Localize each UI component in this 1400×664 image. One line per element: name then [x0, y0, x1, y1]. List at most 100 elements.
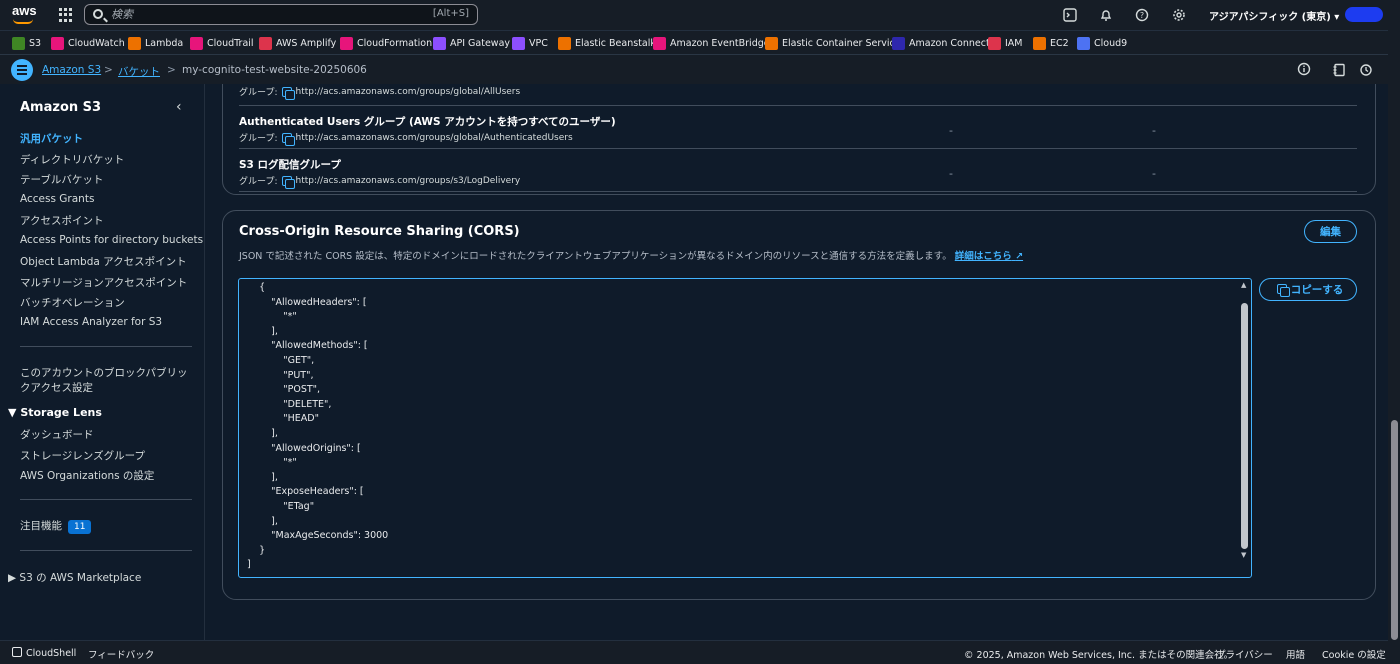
acl-permission: - [1152, 167, 1156, 180]
favorite-service[interactable]: CloudFormation [340, 36, 432, 50]
learn-more-link[interactable]: 詳細はこちら ↗ [955, 251, 1023, 262]
sidebar-item[interactable]: マルチリージョンアクセスポイント [20, 275, 187, 290]
favorite-service[interactable]: CloudWatch [51, 36, 125, 50]
cookie-settings-link[interactable]: Cookie の設定 [1322, 647, 1386, 661]
service-icon [558, 36, 571, 50]
edit-button[interactable]: 編集 [1304, 220, 1357, 243]
scroll-down-icon[interactable]: ▼ [1241, 551, 1246, 559]
chevron-left-icon[interactable]: ‹ [176, 99, 182, 115]
sidebar-item-label: S3 の AWS Marketplace [19, 572, 142, 584]
cloudshell-icon[interactable] [1063, 8, 1077, 22]
sidebar-item-label: 注目機能 [20, 520, 62, 532]
learn-more-label: 詳細はこちら [954, 251, 1012, 262]
favorite-service[interactable]: VPC [512, 36, 548, 50]
bell-icon[interactable] [1099, 8, 1113, 22]
acl-panel: グループ: http://acs.amazonaws.com/groups/glo… [222, 84, 1376, 195]
grantee-uri: http://acs.amazonaws.com/groups/global/A… [295, 132, 573, 143]
copy-icon[interactable] [281, 132, 295, 146]
service-icon [12, 36, 25, 50]
privacy-link[interactable]: プライバシー [1216, 647, 1273, 661]
sidebar-item-marketplace[interactable]: ▶ S3 の AWS Marketplace [8, 570, 141, 585]
sidebar-item[interactable]: 汎用バケット [20, 131, 83, 146]
objects-permission: - [949, 167, 953, 180]
service-icon [653, 36, 666, 50]
service-label: Amazon Connect [909, 37, 990, 49]
search-input[interactable] [111, 7, 411, 22]
favorite-service[interactable]: S3 [12, 36, 41, 50]
account-menu[interactable] [1345, 7, 1383, 22]
breadcrumb-buckets[interactable]: バケット [118, 64, 160, 79]
sidebar-item-block-public-access[interactable]: このアカウントのブロックパブリッ クアクセス設定 [20, 365, 187, 395]
sidebar-item[interactable]: AWS Organizations の設定 [20, 468, 154, 483]
terms-link[interactable]: 用語 [1286, 647, 1305, 661]
favorites-bar: S3 CloudWatch Lambda CloudTrail AWS Amplify C… [0, 30, 1400, 54]
divider [20, 346, 192, 347]
service-label: IAM [1005, 37, 1023, 49]
region-selector[interactable]: アジアパシフィック (東京) ▾ [1209, 8, 1339, 23]
cors-json-content: { "AllowedHeaders": [ "*" ], "AllowedMet… [247, 282, 389, 571]
sidebar-item-featured[interactable]: 注目機能 11 [20, 518, 92, 534]
info-icon[interactable] [1297, 62, 1311, 76]
divider [20, 499, 192, 500]
favorite-service[interactable]: Elastic Container Service [765, 36, 901, 50]
cloudshell-label: CloudShell [26, 648, 77, 659]
search-box[interactable]: [Alt+S] [84, 4, 478, 25]
table-row: Authenticated Users グループ (AWS アカウントを持つすべ… [239, 106, 1357, 149]
storage-lens-section[interactable]: ▼ Storage Lens [8, 406, 102, 419]
service-label: VPC [529, 37, 548, 49]
favorite-service[interactable]: Amazon EventBridge [653, 36, 770, 50]
menu-toggle-button[interactable] [11, 59, 33, 81]
sidebar-item[interactable]: Object Lambda アクセスポイント [20, 254, 187, 269]
favorite-service[interactable]: Elastic Beanstalk [558, 36, 656, 50]
editor-scrollbar[interactable]: ▲ ▼ [1240, 281, 1249, 561]
favorite-service[interactable]: IAM [988, 36, 1023, 50]
favorite-service[interactable]: CloudTrail [190, 36, 254, 50]
services-grid-icon[interactable] [59, 8, 73, 22]
breadcrumb-chevron-icon: > [167, 64, 176, 76]
sidebar-item[interactable]: ダッシュボード [20, 427, 94, 442]
copy-icon[interactable] [281, 86, 295, 100]
sidebar-item[interactable]: Access Grants [20, 193, 94, 205]
favorite-service[interactable]: API Gateway [433, 36, 510, 50]
search-icon [93, 9, 103, 19]
aws-logo[interactable]: aws [12, 4, 37, 26]
sidebar-item-label: クアクセス設定 [20, 382, 93, 394]
copy-button[interactable]: コピーする [1259, 278, 1357, 301]
favorite-service[interactable]: Amazon Connect [892, 36, 990, 50]
sidebar-item[interactable]: テーブルバケット [20, 172, 103, 187]
service-label: Cloud9 [1094, 37, 1128, 49]
feedback-link[interactable]: フィードバック [88, 647, 154, 661]
copy-icon[interactable] [281, 175, 295, 189]
page-scroll-thumb[interactable] [1391, 420, 1398, 640]
scroll-thumb[interactable] [1241, 303, 1248, 549]
sidebar-item[interactable]: Access Points for directory buckets [20, 234, 203, 246]
breadcrumb-chevron-icon: > [104, 64, 113, 76]
service-label: API Gateway [450, 37, 511, 49]
help-icon[interactable]: ? [1135, 8, 1149, 22]
scroll-up-icon[interactable]: ▲ [1241, 281, 1246, 289]
sidebar-item[interactable]: ディレクトリバケット [20, 152, 124, 167]
service-icon [51, 36, 64, 50]
cloudshell-button[interactable]: CloudShell [12, 647, 76, 659]
notes-icon[interactable] [1332, 63, 1346, 77]
copyright: © 2025, Amazon Web Services, Inc. またはその関… [964, 650, 1234, 661]
page-scrollbar[interactable] [1388, 30, 1400, 664]
service-icon [259, 36, 272, 50]
favorite-service[interactable]: AWS Amplify [259, 36, 336, 50]
gear-icon[interactable] [1172, 8, 1186, 22]
breadcrumb-s3[interactable]: Amazon S3 [42, 64, 101, 76]
service-label: Lambda [145, 37, 184, 49]
sidebar-item[interactable]: IAM Access Analyzer for S3 [20, 316, 162, 328]
cors-json-viewer[interactable]: { "AllowedHeaders": [ "*" ], "AllowedMet… [238, 278, 1252, 578]
favorite-service[interactable]: Lambda [128, 36, 183, 50]
sidebar-item[interactable]: アクセスポイント [20, 213, 103, 228]
history-icon[interactable] [1359, 63, 1373, 77]
favorite-service[interactable]: EC2 [1033, 36, 1069, 50]
favorite-service[interactable]: Cloud9 [1077, 36, 1127, 50]
storage-lens-label: Storage Lens [20, 406, 102, 419]
sidebar-item[interactable]: ストレージレンズグループ [20, 448, 145, 463]
service-icon [765, 36, 778, 50]
copy-button-label: コピーする [1290, 283, 1344, 296]
grantee-uri: http://acs.amazonaws.com/groups/s3/LogDe… [295, 175, 521, 186]
sidebar-item[interactable]: バッチオペレーション [20, 295, 125, 310]
